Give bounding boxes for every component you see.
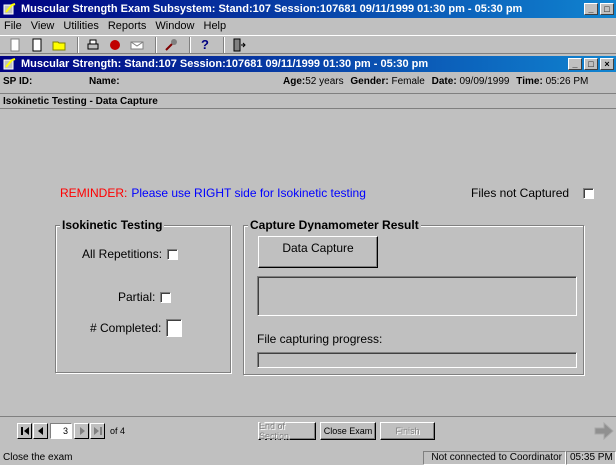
finish-button[interactable]: Finish xyxy=(380,422,435,440)
close-exam-button[interactable]: Close Exam xyxy=(320,422,376,440)
child-window-title: Muscular Strength: Stand:107 Session:107… xyxy=(21,58,429,70)
menu-reports[interactable]: Reports xyxy=(108,20,147,32)
toolbar-separator xyxy=(223,36,225,53)
reminder-message: Please use RIGHT side for Isokinetic tes… xyxy=(131,186,366,200)
restore-button[interactable]: □ xyxy=(600,3,614,15)
toolbar-separator xyxy=(155,36,157,53)
status-bar: Close the exam Not connected to Coordina… xyxy=(0,450,616,465)
sp-id-label: SP ID: xyxy=(3,76,33,87)
next-page-icon xyxy=(79,427,85,435)
previous-page-icon xyxy=(37,427,43,435)
child-maximize-button[interactable]: □ xyxy=(584,58,598,70)
exit-door-icon[interactable] xyxy=(230,37,248,53)
toolbar-separator xyxy=(77,36,79,53)
document-icon[interactable] xyxy=(28,37,46,53)
status-message: Close the exam xyxy=(3,452,73,463)
partial-label: Partial: xyxy=(118,290,156,304)
minimize-button[interactable]: _ xyxy=(584,3,598,15)
child-minimize-button[interactable]: _ xyxy=(568,58,582,70)
gender-value: Female xyxy=(391,76,425,87)
name-label: Name: xyxy=(89,76,120,87)
date-value: 09/09/1999 xyxy=(459,76,510,87)
all-repetitions-checkbox[interactable] xyxy=(167,248,179,260)
date-label: Date: xyxy=(431,76,457,87)
data-capture-button[interactable]: Data Capture xyxy=(258,236,378,268)
last-page-button[interactable] xyxy=(90,423,105,439)
connection-status: Not connected to Coordinator xyxy=(423,450,566,465)
age-label: Age: xyxy=(283,76,306,87)
help-icon[interactable]: ? xyxy=(196,37,214,53)
reminder-label: REMINDER: xyxy=(60,186,128,200)
child-window: Muscular Strength: Stand:107 Session:107… xyxy=(0,56,616,448)
gender-label: Gender: xyxy=(350,76,389,87)
first-page-button[interactable] xyxy=(17,423,32,439)
isokinetic-testing-group: Isokinetic Testing All Repetitions: Part… xyxy=(55,218,231,373)
main-titlebar[interactable]: Muscular Strength Exam Subsystem: Stand:… xyxy=(0,0,616,18)
completed-label: # Completed: xyxy=(90,321,162,335)
all-repetitions-field: All Repetitions: xyxy=(82,247,179,261)
capture-dynamometer-group: Capture Dynamometer Result Data Capture … xyxy=(243,218,584,375)
isokinetic-testing-title: Isokinetic Testing xyxy=(60,218,165,232)
app-icon xyxy=(3,2,17,16)
age-value: 52 years xyxy=(305,76,344,87)
tools-icon[interactable] xyxy=(162,37,180,53)
menu-window[interactable]: Window xyxy=(155,20,194,32)
reminder-text: REMINDER: Please use RIGHT side for Isoki… xyxy=(60,186,366,200)
menu-utilities[interactable]: Utilities xyxy=(63,20,98,32)
status-clock: 05:35 PM xyxy=(566,450,616,465)
files-not-captured-checkbox[interactable] xyxy=(583,187,595,199)
menu-view[interactable]: View xyxy=(31,20,55,32)
menubar: File View Utilities Reports Window Help xyxy=(0,18,616,34)
completed-input[interactable] xyxy=(166,319,183,337)
section-title: Isokinetic Testing - Data Capture xyxy=(0,93,616,109)
menu-file[interactable]: File xyxy=(4,20,22,32)
print-icon[interactable] xyxy=(84,37,102,53)
first-page-icon xyxy=(20,427,29,435)
toolbar: ? xyxy=(0,35,616,54)
files-not-captured-label: Files not Captured xyxy=(471,186,570,200)
child-close-button[interactable]: × xyxy=(600,58,614,70)
capture-dynamometer-title: Capture Dynamometer Result xyxy=(248,218,421,232)
previous-page-button[interactable] xyxy=(33,423,48,439)
capture-result-box xyxy=(257,276,577,316)
files-not-captured: Files not Captured xyxy=(471,186,595,200)
participant-info-bar: SP ID: Name: Age:52 years Gender: Female… xyxy=(0,73,616,90)
progress-label: File capturing progress: xyxy=(257,332,383,346)
toolbar-separator xyxy=(189,36,191,53)
open-folder-icon[interactable] xyxy=(50,37,68,53)
new-icon[interactable] xyxy=(6,37,24,53)
child-titlebar[interactable]: Muscular Strength: Stand:107 Session:107… xyxy=(0,56,616,72)
page-count: of 4 xyxy=(110,426,126,436)
time-value: 05:26 PM xyxy=(545,76,589,87)
last-page-icon xyxy=(93,427,102,435)
next-arrow-icon[interactable] xyxy=(593,421,615,441)
child-app-icon xyxy=(3,57,17,71)
time-label: Time: xyxy=(516,76,543,87)
completed-field: # Completed: xyxy=(90,319,183,337)
window-title: Muscular Strength Exam Subsystem: Stand:… xyxy=(21,3,523,15)
partial-field: Partial: xyxy=(118,290,172,304)
navigation-bar: 3 of 4 End of Section Close Exam Finish xyxy=(0,416,616,448)
all-repetitions-label: All Repetitions: xyxy=(82,247,163,261)
menu-help[interactable]: Help xyxy=(204,20,227,32)
mail-icon[interactable] xyxy=(128,37,146,53)
partial-checkbox[interactable] xyxy=(160,291,172,303)
next-page-button[interactable] xyxy=(74,423,89,439)
capture-progress-bar xyxy=(257,352,577,368)
page-number-input[interactable]: 3 xyxy=(50,423,72,439)
record-icon[interactable] xyxy=(106,37,124,53)
end-of-section-button[interactable]: End of Section xyxy=(258,421,316,441)
